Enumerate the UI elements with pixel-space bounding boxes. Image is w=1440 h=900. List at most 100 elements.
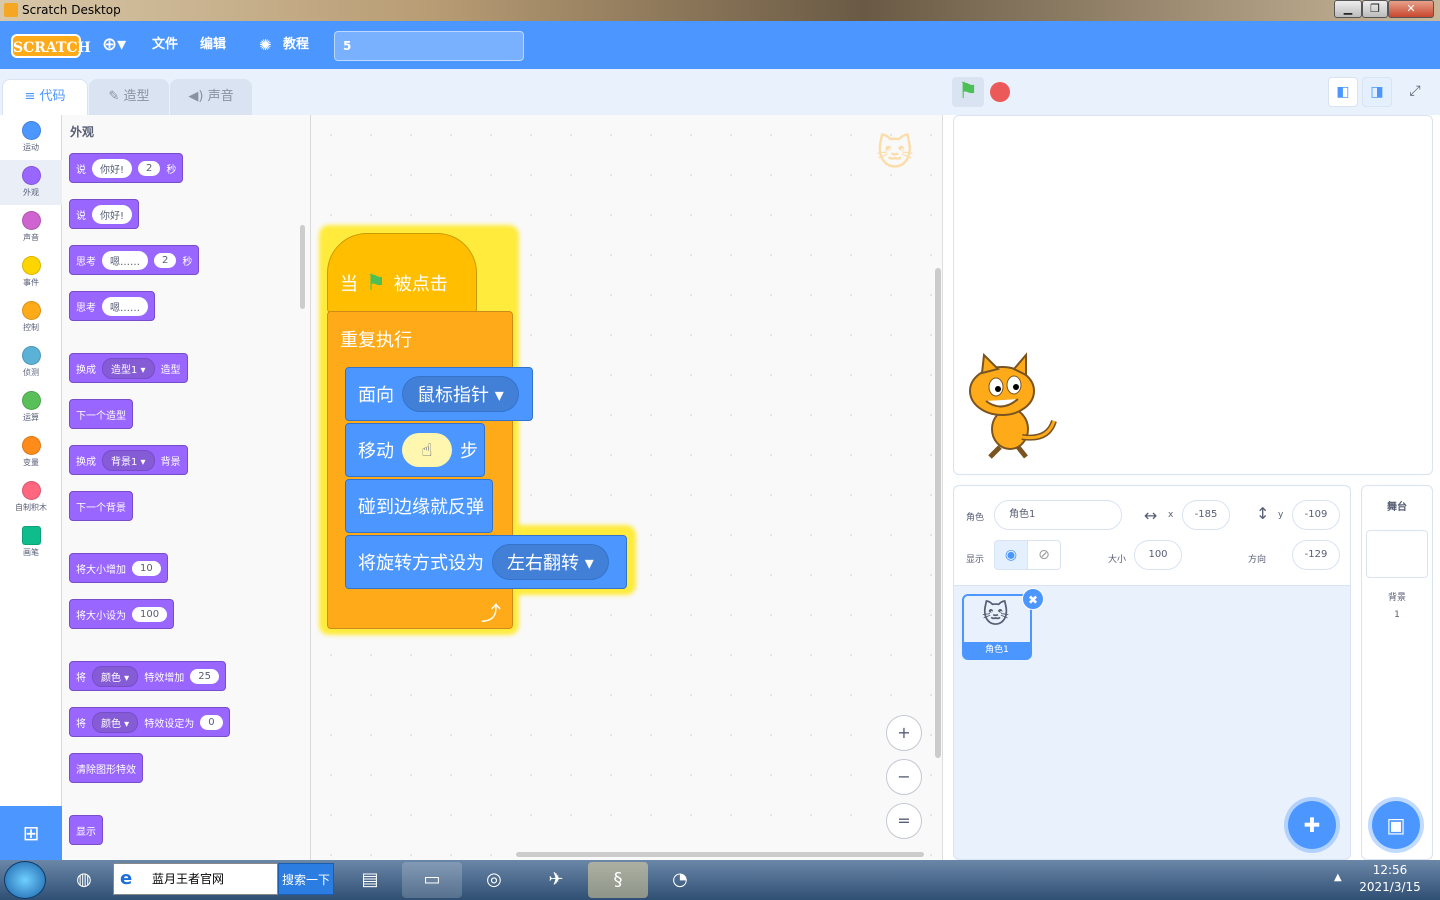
edit-menu[interactable]: 编辑 — [200, 21, 226, 69]
scratch-logo[interactable]: SCRATCH — [11, 34, 91, 58]
when-flag-clicked-block[interactable]: 当 ⚑ 被点击 — [327, 233, 477, 313]
point-towards-block[interactable]: 面向 鼠标指针 ▾ — [345, 367, 533, 421]
think-for-secs-block[interactable]: 思考 嗯…… 2 秒 — [69, 245, 200, 275]
fullscreen-button[interactable]: ⤢ — [1400, 77, 1430, 107]
taskbar-app-chrome-icon[interactable]: ◍ — [54, 862, 114, 898]
category-looks[interactable]: 外观 — [0, 160, 62, 205]
move-steps-input[interactable]: ☝ — [402, 433, 452, 467]
globe-icon[interactable]: ⊕▾ — [102, 21, 126, 69]
lightbulb-icon: ✺ — [259, 36, 272, 54]
palette-scrollbar[interactable] — [300, 225, 305, 309]
x-label: x — [1168, 510, 1174, 520]
sprite-thumbnail[interactable]: 🐱 角色1 ✖ — [962, 588, 1044, 660]
show-sprite-button[interactable]: ◉ — [994, 540, 1028, 570]
editor-tabs: ≡ 代码 ✎ 造型 ◀) 声音 — [0, 69, 943, 115]
tab-code[interactable]: ≡ 代码 — [2, 79, 88, 115]
taskbar-app-bird-icon[interactable]: ✈ — [526, 862, 586, 898]
set-effect-block[interactable]: 将颜色 ▾ 特效设定为 0 — [69, 707, 230, 737]
stage-canvas[interactable] — [953, 115, 1433, 475]
tutorials-menu[interactable]: 教程 — [283, 21, 309, 69]
category-motion[interactable]: 运动 — [0, 115, 62, 160]
close-button[interactable]: ✕ — [1388, 0, 1434, 18]
taskbar-app-browser-icon[interactable]: ◎ — [464, 862, 524, 898]
category-sound[interactable]: 声音 — [0, 205, 62, 250]
script-workspace[interactable]: 🐱 当 ⚑ 被点击 重复执行 面向 鼠标指针 ▾ 移动 ☝ 步 碰到边缘就反弹 将旋转方式… — [311, 115, 943, 860]
zoom-out-button[interactable]: − — [886, 759, 922, 795]
say-block[interactable]: 说你好! — [69, 199, 140, 229]
category-events[interactable]: 事件 — [0, 250, 62, 295]
rotation-style-dropdown[interactable]: 左右翻转 ▾ — [492, 544, 609, 580]
large-stage-icon: ◨ — [1370, 84, 1384, 100]
add-sprite-button[interactable]: ✚ — [1288, 801, 1336, 849]
windows-taskbar: ◍ e 蓝月王者官网 搜索一下 ▤ ▭ ◎ ✈ § ◔ ▲ 12:56 2021/3… — [0, 860, 1440, 900]
show-label: 显示 — [966, 555, 985, 565]
taskbar-app-folder-icon[interactable]: ▭ — [402, 862, 462, 898]
workspace-horizontal-scrollbar[interactable] — [516, 852, 924, 857]
category-menu: 运动 外观 声音 事件 控制 侦测 运算 变量 自制积木 画笔 — [0, 115, 62, 860]
green-flag-button[interactable]: ⚑ — [952, 77, 984, 107]
switch-costume-block[interactable]: 换成 造型1 ▾ 造型 — [69, 353, 188, 383]
next-backdrop-block[interactable]: 下一个背景 — [69, 491, 133, 521]
taskbar-clock[interactable]: 12:56 2021/3/15 — [1350, 862, 1430, 896]
stop-button[interactable] — [990, 82, 1010, 102]
window-title: Scratch Desktop — [22, 3, 121, 17]
taskbar-address-input[interactable]: e 蓝月王者官网 — [113, 863, 278, 895]
sprite-name-input[interactable]: 角色1 — [994, 500, 1122, 530]
add-backdrop-button[interactable]: ▣ — [1372, 801, 1420, 849]
bounce-on-edge-block[interactable]: 碰到边缘就反弹 — [345, 479, 493, 533]
tab-costumes[interactable]: ✎ 造型 — [89, 79, 169, 115]
taskbar-app-recorder-icon[interactable]: ◔ — [650, 862, 710, 898]
category-sensing[interactable]: 侦测 — [0, 340, 62, 385]
sensing-dot-icon — [21, 346, 41, 365]
zoom-reset-button[interactable]: = — [886, 803, 922, 839]
set-size-block[interactable]: 将大小设为 100 — [69, 599, 175, 629]
zoom-in-button[interactable]: + — [886, 715, 922, 751]
move-steps-block[interactable]: 移动 ☝ 步 — [345, 423, 485, 477]
clear-effects-block[interactable]: 清除图形特效 — [69, 753, 143, 783]
hand-cursor-icon: ☝ — [421, 439, 433, 461]
workspace-vertical-scrollbar[interactable] — [935, 268, 941, 758]
size-input[interactable]: 100 — [1134, 540, 1182, 570]
start-button[interactable] — [4, 861, 46, 899]
change-size-block[interactable]: 将大小增加 10 — [69, 553, 168, 583]
extension-icon: ⊞ — [22, 821, 40, 845]
category-operators[interactable]: 运算 — [0, 385, 62, 430]
hide-sprite-button[interactable]: ⊘ — [1027, 540, 1061, 570]
trash-icon: ✖ — [1027, 593, 1039, 607]
direction-input[interactable]: -129 — [1292, 540, 1340, 570]
stage-thumbnail[interactable] — [1366, 530, 1428, 578]
taskbar-app-computer-icon[interactable]: ▤ — [340, 862, 400, 898]
add-extension-button[interactable]: ⊞ — [0, 806, 62, 860]
x-input[interactable]: -185 — [1182, 500, 1230, 530]
change-effect-block[interactable]: 将颜色 ▾ 特效增加 25 — [69, 661, 226, 691]
large-stage-button[interactable]: ◨ — [1362, 77, 1392, 107]
minimize-button[interactable]: ▁ — [1334, 0, 1362, 18]
say-for-secs-block[interactable]: 说你好! 2 秒 — [69, 153, 184, 183]
maximize-button[interactable]: ❐ — [1362, 0, 1388, 18]
next-costume-block[interactable]: 下一个造型 — [69, 399, 133, 429]
point-target-dropdown[interactable]: 鼠标指针 ▾ — [402, 376, 519, 412]
file-menu[interactable]: 文件 — [152, 21, 178, 69]
window-titlebar: Scratch Desktop ▁ ❐ ✕ — [0, 0, 1440, 21]
small-stage-button[interactable]: ◧ — [1328, 77, 1358, 107]
eye-icon: ◉ — [1004, 547, 1018, 563]
tab-sounds[interactable]: ◀) 声音 — [170, 79, 252, 115]
switch-backdrop-block[interactable]: 换成 背景1 ▾ 背景 — [69, 445, 188, 475]
think-block[interactable]: 思考 嗯…… — [69, 291, 155, 321]
y-input[interactable]: -109 — [1292, 500, 1340, 530]
category-variables[interactable]: 变量 — [0, 430, 62, 475]
sprite-watermark-icon: 🐱 — [876, 133, 914, 174]
show-block[interactable]: 显示 — [69, 815, 103, 845]
taskbar-search-button[interactable]: 搜索一下 — [278, 863, 334, 895]
taskbar-app-scratch-icon[interactable]: § — [588, 862, 648, 898]
set-rotation-style-block[interactable]: 将旋转方式设为 左右翻转 ▾ — [345, 535, 627, 589]
category-pen[interactable]: 画笔 — [0, 520, 62, 565]
category-my-blocks[interactable]: 自制积木 — [0, 475, 62, 520]
cat-sprite[interactable] — [960, 351, 1060, 461]
category-control[interactable]: 控制 — [0, 295, 62, 340]
loop-arrow-icon: ⤴ — [481, 601, 501, 625]
project-name-input[interactable]: 5 — [334, 31, 524, 61]
tray-expand-icon[interactable]: ▲ — [1334, 872, 1342, 883]
sprite-info: 角色 角色1 ↔ x -185 ↕ y -109 显示 ◉ ⊘ 大小 100 方… — [954, 486, 1350, 586]
delete-sprite-button[interactable]: ✖ — [1022, 588, 1044, 610]
